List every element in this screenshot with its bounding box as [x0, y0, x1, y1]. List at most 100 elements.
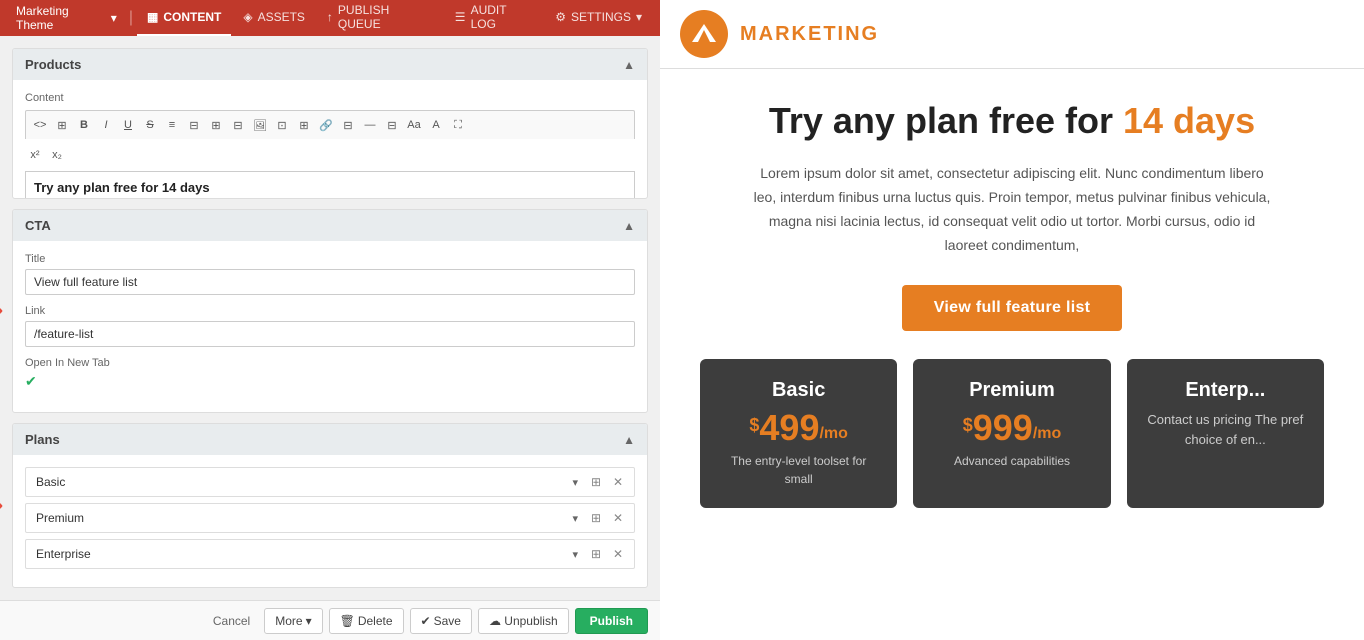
cta-link-input[interactable] [25, 321, 635, 347]
toolbar-table[interactable]: ⊟ [228, 115, 248, 135]
save-button[interactable]: ✔ Save [410, 608, 472, 634]
cta-title-group: Title [25, 253, 635, 295]
plan-basic-expand[interactable]: ▾ [566, 473, 584, 492]
toolbar-align[interactable]: ⊟ [382, 115, 402, 135]
open-new-tab-checkbox[interactable]: ✔ [25, 373, 37, 390]
editor-toolbar: <> ⊞ B I U S ≡ ⊟ ⊞ ⊟ 🖼 ⊡ ⊞ 🔗 ⊟ — ⊟ [25, 110, 635, 139]
plan-item-basic: Basic ▾ ⊞ ✕ [25, 467, 635, 497]
tab-publish-label: PUBLISH QUEUE [338, 3, 433, 31]
tab-content[interactable]: ▦ CONTENT [137, 0, 231, 36]
products-body: Content <> ⊞ B I U S ≡ ⊟ ⊞ ⊟ 🖼 ⊡ ⊞ 🔗 ⊟ [13, 80, 647, 199]
cta-title-label: Title [25, 253, 635, 265]
products-header[interactable]: Products ▲ [13, 49, 647, 80]
plan-item-premium: Premium ▾ ⊞ ✕ [25, 503, 635, 533]
more-chevron-icon: ▾ [306, 614, 312, 628]
products-title: Products [25, 57, 81, 72]
panel-content: Products ▲ Content <> ⊞ B I U S ≡ ⊟ ⊞ ⊟ … [0, 36, 660, 600]
plan-enterprise-delete[interactable]: ✕ [608, 544, 628, 564]
save-check-icon: ✔ [421, 614, 431, 628]
toolbar-link[interactable]: 🔗 [316, 115, 336, 135]
products-collapse-icon: ▲ [623, 58, 635, 72]
tab-content-label: CONTENT [163, 10, 221, 24]
hero-description: Lorem ipsum dolor sit amet, consectetur … [752, 162, 1272, 257]
toolbar-bold[interactable]: B [74, 115, 94, 135]
toolbar-list-ordered[interactable]: ⊟ [184, 115, 204, 135]
plans-collapse-icon: ▲ [623, 433, 635, 447]
cancel-button[interactable]: Cancel [205, 609, 258, 633]
cta-new-tab-label: Open In New Tab [25, 357, 635, 369]
toolbar-code[interactable]: <> [30, 115, 50, 135]
cta-link-label: Link [25, 305, 635, 317]
plan-card-premium-name: Premium [929, 379, 1094, 402]
unpublish-icon: ☁ [489, 614, 501, 628]
plan-basic-copy[interactable]: ⊞ [586, 472, 606, 492]
toolbar-image[interactable]: 🖼 [250, 115, 270, 135]
plan-premium-delete[interactable]: ✕ [608, 508, 628, 528]
toolbar-indent[interactable]: ⊞ [206, 115, 226, 135]
cta-section: CTA ▲ Title Link Open In New Tab [12, 209, 648, 413]
hero-title-prefix: Try any plan free for [769, 100, 1123, 141]
plans-preview-row: Basic $ 499 /mo The entry-level toolset … [700, 359, 1324, 508]
toolbar-font-color[interactable]: A [426, 115, 446, 135]
plan-card-enterprise: Enterp... Contact us pricing The pref ch… [1127, 359, 1324, 508]
delete-label: Delete [358, 614, 393, 628]
tab-settings[interactable]: ⚙ SETTINGS ▾ [545, 0, 652, 36]
plan-basic-controls: ▾ ⊞ ✕ [560, 468, 634, 496]
publish-button[interactable]: Publish [575, 608, 648, 634]
toolbar-subscript[interactable]: x₂ [47, 145, 67, 165]
brand-logo-svg [690, 20, 718, 48]
preview-body: Try any plan free for 14 days Lorem ipsu… [660, 69, 1364, 640]
plan-card-basic-price: $ 499 /mo [716, 410, 881, 446]
tab-assets[interactable]: ◈ ASSETS [233, 0, 315, 36]
tab-assets-label: ASSETS [258, 10, 305, 24]
cta-title-input[interactable] [25, 269, 635, 295]
toolbar-list-unordered[interactable]: ≡ [162, 115, 182, 135]
toolbar-strikethrough[interactable]: S [140, 115, 160, 135]
save-label: Save [434, 614, 461, 628]
toolbar-font-size[interactable]: Aa [404, 115, 424, 135]
cta-checkbox-row: ✔ [25, 373, 635, 390]
publish-icon: ↑ [327, 10, 333, 24]
plans-header[interactable]: Plans ▲ [13, 424, 647, 455]
unpublish-label: Unpublish [504, 614, 557, 628]
delete-button[interactable]: 🗑 Delete [329, 608, 404, 634]
toolbar-format[interactable]: ⊟ [338, 115, 358, 135]
cta-collapse-icon: ▲ [623, 219, 635, 233]
plan-enterprise-copy[interactable]: ⊞ [586, 544, 606, 564]
tab-publish-queue[interactable]: ↑ PUBLISH QUEUE [317, 0, 443, 36]
plan-card-enterprise-name: Enterp... [1143, 379, 1308, 402]
nav-divider: | [129, 9, 133, 27]
editor-content[interactable]: Try any plan free for 14 days Lorem ipsu… [25, 171, 635, 199]
toolbar-superscript[interactable]: x² [25, 145, 45, 165]
toolbar-block[interactable]: ⊡ [272, 115, 292, 135]
premium-period: /mo [1033, 426, 1061, 442]
theme-label: Marketing Theme [16, 4, 107, 32]
cta-link-group: Link [25, 305, 635, 347]
plan-card-basic-name: Basic [716, 379, 881, 402]
delete-trash-icon: 🗑 [340, 614, 355, 628]
toolbar-source[interactable]: ⊞ [52, 115, 72, 135]
plan-card-premium-desc: Advanced capabilities [929, 452, 1094, 470]
toolbar-underline[interactable]: U [118, 115, 138, 135]
plan-premium-copy[interactable]: ⊞ [586, 508, 606, 528]
toolbar-fullscreen[interactable]: ⛶ [448, 115, 468, 135]
toolbar-media[interactable]: ⊞ [294, 115, 314, 135]
plan-premium-expand[interactable]: ▾ [566, 509, 584, 528]
tab-settings-label: SETTINGS [571, 10, 631, 24]
cta-header[interactable]: CTA ▲ [13, 210, 647, 241]
toolbar-hr[interactable]: — [360, 115, 380, 135]
theme-selector[interactable]: Marketing Theme ▾ [8, 0, 125, 36]
plans-arrow-indicator: ➜ [0, 491, 4, 520]
plan-item-enterprise: Enterprise ▾ ⊞ ✕ [25, 539, 635, 569]
hero-title-highlight: 14 days [1123, 100, 1255, 141]
plan-premium-label: Premium [26, 504, 560, 532]
tab-audit-label: AUDIT LOG [471, 3, 534, 31]
plan-basic-delete[interactable]: ✕ [608, 472, 628, 492]
plan-enterprise-expand[interactable]: ▾ [566, 545, 584, 564]
more-label: More [275, 614, 302, 628]
cta-preview-button[interactable]: View full feature list [902, 285, 1123, 331]
unpublish-button[interactable]: ☁ Unpublish [478, 608, 569, 634]
tab-audit-log[interactable]: ☰ AUDIT LOG [445, 0, 543, 36]
more-button[interactable]: More ▾ [264, 608, 322, 634]
toolbar-italic[interactable]: I [96, 115, 116, 135]
